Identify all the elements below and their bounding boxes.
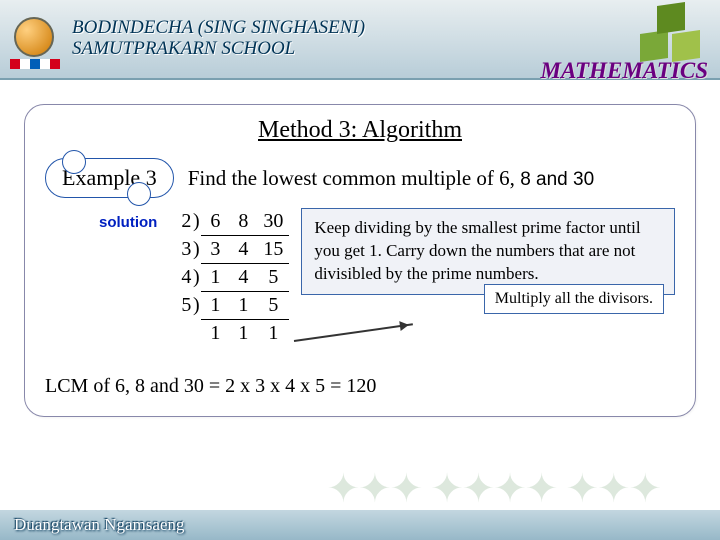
algo-row-4: 5 1 1 5 [169,292,289,320]
arrow-to-divisors [294,323,413,342]
division-bracket [191,264,201,292]
algo-row-final: 1 1 1 [169,320,289,347]
explanation-box: Keep dividing by the smallest prime fact… [301,208,675,295]
problem-pre: Find the lowest common multiple of 6, [188,166,520,190]
grass-decor: ✦✦✦ ✦✦✦✦ ✦✦✦ [327,466,660,512]
school-name: BODINDECHA (SING SINGHASENI) SAMUTPRAKAR… [72,18,365,60]
school-line-2: SAMUTPRAKARN SCHOOL [72,39,365,60]
school-logo [10,9,60,69]
school-line-1: BODINDECHA (SING SINGHASENI) [72,18,365,39]
solution-row: solution 2 6 8 30 3 3 4 15 4 1 4 5 [45,208,675,347]
example-label-cloud: Example 3 [45,158,174,198]
division-bracket [191,236,201,264]
method-title: Method 3: Algorithm [45,117,675,144]
problem-nums: 8 and 30 [520,169,594,190]
problem-statement: Find the lowest common multiple of 6, 8 … [188,166,594,191]
slide-header: BODINDECHA (SING SINGHASENI) SAMUTPRAKAR… [0,0,720,80]
lcm-result: LCM of 6, 8 and 30 = 2 x 3 x 4 x 5 = 120 [45,375,675,398]
division-bracket [191,292,201,320]
algo-row-1: 2 6 8 30 [169,208,289,236]
subject-label: MATHEMATICS [541,58,708,84]
content-panel: Method 3: Algorithm Example 3 Find the l… [24,104,696,417]
division-bracket [191,208,201,236]
explanation-sub: Multiply all the divisors. [484,284,664,314]
algo-row-3: 4 1 4 5 [169,264,289,292]
author-name: Duangtawan Ngamsaeng [14,515,184,535]
algorithm-table: 2 6 8 30 3 3 4 15 4 1 4 5 5 [169,208,289,347]
example-row: Example 3 Find the lowest common multipl… [45,158,675,198]
algo-row-2: 3 3 4 15 [169,236,289,264]
explanation-main: Keep dividing by the smallest prime fact… [314,218,640,283]
solution-label: solution [99,214,157,231]
